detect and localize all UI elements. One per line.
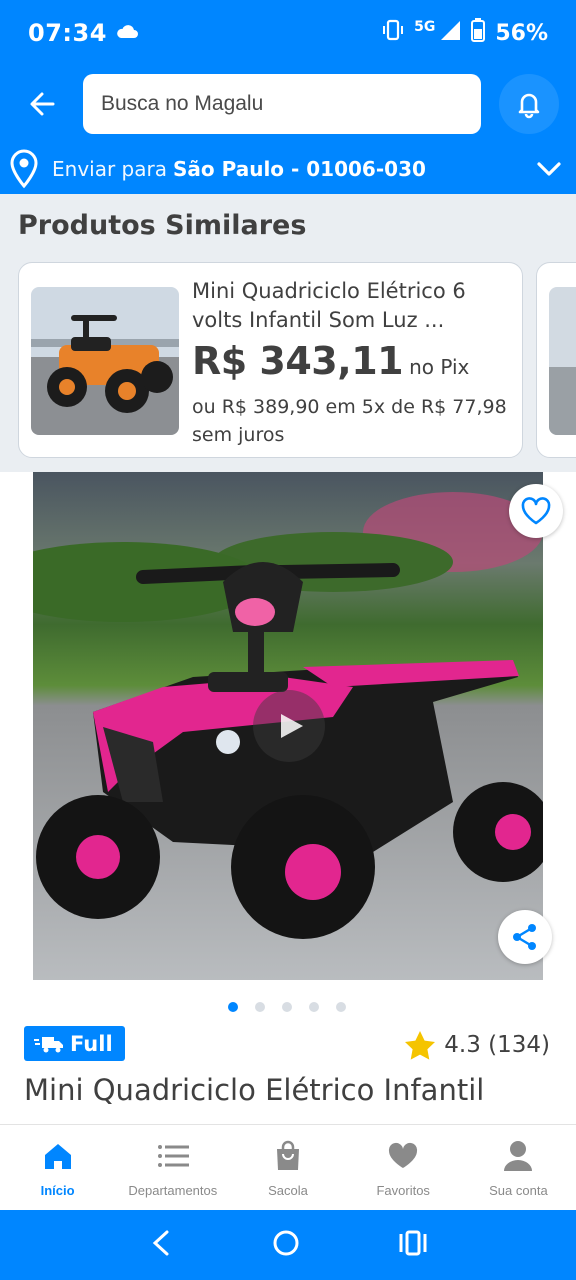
heart-icon xyxy=(389,1142,418,1168)
truck-icon xyxy=(34,1036,63,1052)
chevron-down-icon xyxy=(537,162,561,176)
location-pin-icon xyxy=(10,149,38,189)
tab-label: Favoritos xyxy=(376,1183,430,1198)
circle-icon xyxy=(273,1230,299,1256)
tab-sacola[interactable]: Sacola xyxy=(230,1125,345,1210)
delivery-destination: São Paulo - 01006-030 xyxy=(172,157,426,181)
similar-product-installments: ou R$ 389,90 em 5x de R$ 77,98 sem juros xyxy=(192,396,507,446)
tab-departamentos[interactable]: Departamentos xyxy=(115,1125,230,1210)
product-title: Mini Quadriciclo Elétrico Infantil xyxy=(24,1073,485,1107)
similar-product-image-next xyxy=(549,287,576,435)
similar-product-price-suffix: no Pix xyxy=(409,355,470,379)
delivery-location-bar[interactable]: Enviar para São Paulo - 01006-030 xyxy=(0,146,576,192)
similar-product-card-next[interactable] xyxy=(536,262,576,458)
tab-inicio[interactable]: Início xyxy=(0,1125,115,1210)
bag-icon xyxy=(277,1140,299,1170)
signal-icon xyxy=(439,19,461,47)
play-icon xyxy=(281,714,303,738)
system-navigation-bar xyxy=(0,1210,576,1280)
tab-label: Sacola xyxy=(268,1183,308,1198)
status-time: 07:34 xyxy=(28,19,107,47)
full-badge-label: Full xyxy=(70,1031,113,1056)
tab-sua-conta[interactable]: Sua conta xyxy=(461,1125,576,1210)
gallery-dot[interactable] xyxy=(336,1002,346,1012)
vibrate-icon xyxy=(382,19,404,47)
notifications-button[interactable] xyxy=(499,74,559,134)
tab-favoritos[interactable]: Favoritos xyxy=(346,1125,461,1210)
section-title: Produtos Similares xyxy=(18,210,307,241)
tab-label: Início xyxy=(40,1183,75,1198)
back-button[interactable] xyxy=(22,84,62,124)
recents-icon xyxy=(399,1230,427,1256)
similar-product-image xyxy=(31,287,179,435)
battery-icon xyxy=(471,18,486,48)
star-icon xyxy=(405,1031,436,1060)
network-type: 5G xyxy=(414,19,436,35)
chevron-left-icon xyxy=(152,1230,169,1256)
battery-level: 56% xyxy=(495,20,548,46)
nav-recents-button[interactable] xyxy=(399,1230,427,1260)
heart-outline-icon xyxy=(521,497,551,525)
arrow-left-icon xyxy=(30,92,55,116)
list-icon xyxy=(157,1145,189,1167)
full-badge: Full xyxy=(24,1026,125,1061)
search-input[interactable]: Busca no Magalu xyxy=(83,74,481,134)
gallery-dot[interactable] xyxy=(282,1002,292,1012)
similar-product-price: R$ 343,11 xyxy=(192,339,404,383)
product-rating[interactable]: 4.3 (134) xyxy=(404,1030,550,1060)
share-icon xyxy=(513,924,536,950)
play-video-button[interactable] xyxy=(253,690,325,762)
status-bar: 07:34 5G 56% xyxy=(0,0,576,66)
similar-products-section: Produtos Similares Mini Quadriciclo Elét… xyxy=(0,194,576,472)
cloud-icon xyxy=(115,23,139,43)
bell-icon xyxy=(518,93,540,119)
rating-value: 4.3 (134) xyxy=(444,1032,550,1058)
share-button[interactable] xyxy=(498,910,552,964)
gallery-dot[interactable] xyxy=(255,1002,265,1012)
gallery-dot[interactable] xyxy=(228,1002,238,1012)
user-icon xyxy=(504,1141,533,1171)
tab-label: Sua conta xyxy=(489,1183,548,1198)
similar-product-card[interactable]: Mini Quadriciclo Elétrico 6 volts Infant… xyxy=(18,262,523,458)
header: Busca no Magalu Enviar para São Paulo - … xyxy=(0,66,576,194)
tab-label: Departamentos xyxy=(128,1183,218,1198)
nav-home-button[interactable] xyxy=(271,1228,301,1262)
favorite-button[interactable] xyxy=(509,484,563,538)
similar-product-name: Mini Quadriciclo Elétrico 6 volts Infant… xyxy=(192,279,466,332)
nav-back-button[interactable] xyxy=(149,1228,173,1262)
delivery-label: Enviar para xyxy=(52,157,167,181)
gallery-dot[interactable] xyxy=(309,1002,319,1012)
home-icon xyxy=(44,1144,71,1169)
gallery-pagination xyxy=(228,1002,346,1012)
search-placeholder: Busca no Magalu xyxy=(101,92,264,115)
bottom-tab-bar: Início Departamentos Sacola Favoritos Su… xyxy=(0,1124,576,1210)
